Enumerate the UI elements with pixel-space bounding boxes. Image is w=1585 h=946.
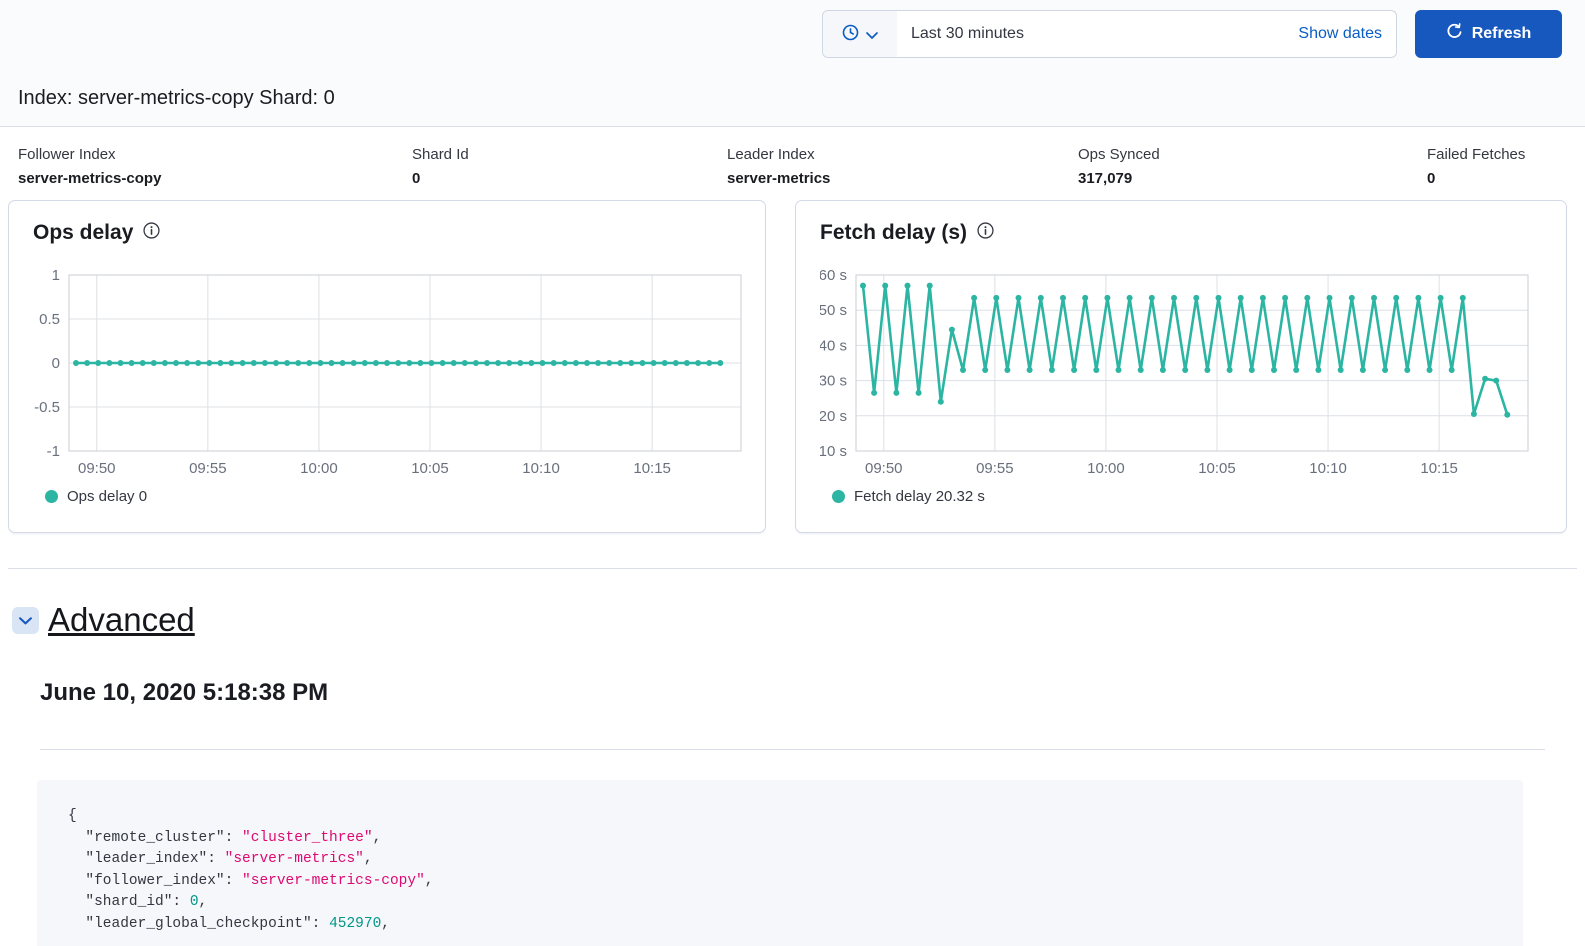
stat-value: server-metrics <box>727 170 831 187</box>
stat-ops-synced: Ops Synced 317,079 <box>1078 146 1427 187</box>
legend-label: Ops delay 0 <box>67 488 148 505</box>
svg-text:09:55: 09:55 <box>976 460 1014 477</box>
svg-text:1: 1 <box>52 267 60 284</box>
chevron-down-icon <box>19 613 32 628</box>
svg-text:-0.5: -0.5 <box>34 399 60 416</box>
legend-dot <box>832 490 845 503</box>
header-bar: Last 30 minutes Show dates Refresh Index… <box>0 0 1585 127</box>
code-content: { "remote_cluster": "cluster_three", "le… <box>68 808 434 932</box>
info-icon[interactable] <box>143 222 160 244</box>
stat-shard-id: Shard Id 0 <box>412 146 727 187</box>
date-picker-range: Last 30 minutes Show dates <box>897 11 1396 57</box>
refresh-icon <box>1446 23 1463 45</box>
svg-text:10:15: 10:15 <box>1420 460 1458 477</box>
ops-delay-legend: Ops delay 0 <box>45 488 147 505</box>
stat-label: Shard Id <box>412 146 469 163</box>
svg-text:09:50: 09:50 <box>865 460 903 477</box>
svg-text:10:15: 10:15 <box>633 460 671 477</box>
refresh-button-label: Refresh <box>1471 25 1532 42</box>
svg-text:10:10: 10:10 <box>1309 460 1347 477</box>
page-title: Index: server-metrics-copy Shard: 0 <box>18 87 335 109</box>
svg-text:20 s: 20 s <box>820 408 847 425</box>
fetch-delay-title: Fetch delay (s) <box>820 221 968 244</box>
stat-follower-index: Follower Index server-metrics-copy <box>18 146 412 187</box>
legend-dot <box>45 490 58 503</box>
svg-text:30 s: 30 s <box>820 373 847 390</box>
chevron-down-icon <box>866 27 878 42</box>
stat-label: Follower Index <box>18 146 116 163</box>
ccr-shard-stats-page: Last 30 minutes Show dates Refresh Index… <box>0 0 1585 946</box>
svg-text:10:10: 10:10 <box>522 460 560 477</box>
fetch-delay-panel: Fetch delay (s) 60 s 50 s 40 s 30 s 20 s 10 s… <box>795 200 1567 533</box>
stat-leader-index: Leader Index server-metrics <box>727 146 1078 187</box>
svg-text:40 s: 40 s <box>820 337 847 354</box>
quick-select-button[interactable] <box>823 11 897 57</box>
svg-text:10:00: 10:00 <box>1087 460 1125 477</box>
svg-text:10:00: 10:00 <box>300 460 338 477</box>
stat-label: Ops Synced <box>1078 146 1160 163</box>
stat-value: 317,079 <box>1078 170 1133 187</box>
fetch-delay-chart: 60 s 50 s 40 s 30 s 20 s 10 s 09:50 09:55 10:00 1… <box>820 267 1529 477</box>
super-date-picker: Last 30 minutes Show dates <box>822 10 1397 58</box>
stat-label: Leader Index <box>727 146 815 163</box>
svg-text:0: 0 <box>52 355 60 372</box>
advanced-chevron-button[interactable] <box>12 606 39 634</box>
advanced-toggle[interactable]: Advanced <box>12 601 195 639</box>
stat-value: 0 <box>1427 170 1436 187</box>
legend-label: Fetch delay 20.32 s <box>854 488 985 505</box>
stat-value: server-metrics-copy <box>18 170 162 187</box>
svg-text:-1: -1 <box>47 443 60 460</box>
fetch-delay-legend: Fetch delay 20.32 s <box>832 488 985 505</box>
show-dates-link[interactable]: Show dates <box>1298 25 1382 43</box>
stat-failed-fetches: Failed Fetches 0 <box>1427 146 1525 187</box>
svg-text:10 s: 10 s <box>820 443 847 460</box>
ops-delay-chart: 1 0.5 0 -0.5 -1 09:50 09:55 10:00 10:05 10:10 10:1… <box>34 267 742 477</box>
svg-text:50 s: 50 s <box>820 302 847 319</box>
shard-stats-row: Follower Index server-metrics-copy Shard… <box>18 146 1525 187</box>
stat-value: 0 <box>412 170 421 187</box>
time-range-label[interactable]: Last 30 minutes <box>911 25 1024 43</box>
svg-text:0.5: 0.5 <box>39 311 60 328</box>
stat-label: Failed Fetches <box>1427 146 1526 163</box>
ops-delay-panel: Ops delay 1 0.5 0 -0.5 -1 09:50 09:55 10:00 10:0… <box>8 200 766 533</box>
clock-icon <box>842 24 859 44</box>
ops-delay-title: Ops delay <box>33 221 134 244</box>
info-icon[interactable] <box>977 222 994 244</box>
svg-text:09:55: 09:55 <box>189 460 227 477</box>
timestamp-divider <box>40 749 1545 750</box>
code-block: { "remote_cluster": "cluster_three", "le… <box>37 780 1523 946</box>
stats-timestamp: June 10, 2020 5:18:38 PM <box>40 679 329 706</box>
section-divider <box>8 568 1577 569</box>
svg-text:09:50: 09:50 <box>78 460 116 477</box>
refresh-button[interactable]: Refresh <box>1415 10 1562 58</box>
svg-text:10:05: 10:05 <box>1198 460 1236 477</box>
svg-text:60 s: 60 s <box>820 267 847 284</box>
advanced-link[interactable]: Advanced <box>48 601 195 639</box>
svg-text:10:05: 10:05 <box>411 460 449 477</box>
